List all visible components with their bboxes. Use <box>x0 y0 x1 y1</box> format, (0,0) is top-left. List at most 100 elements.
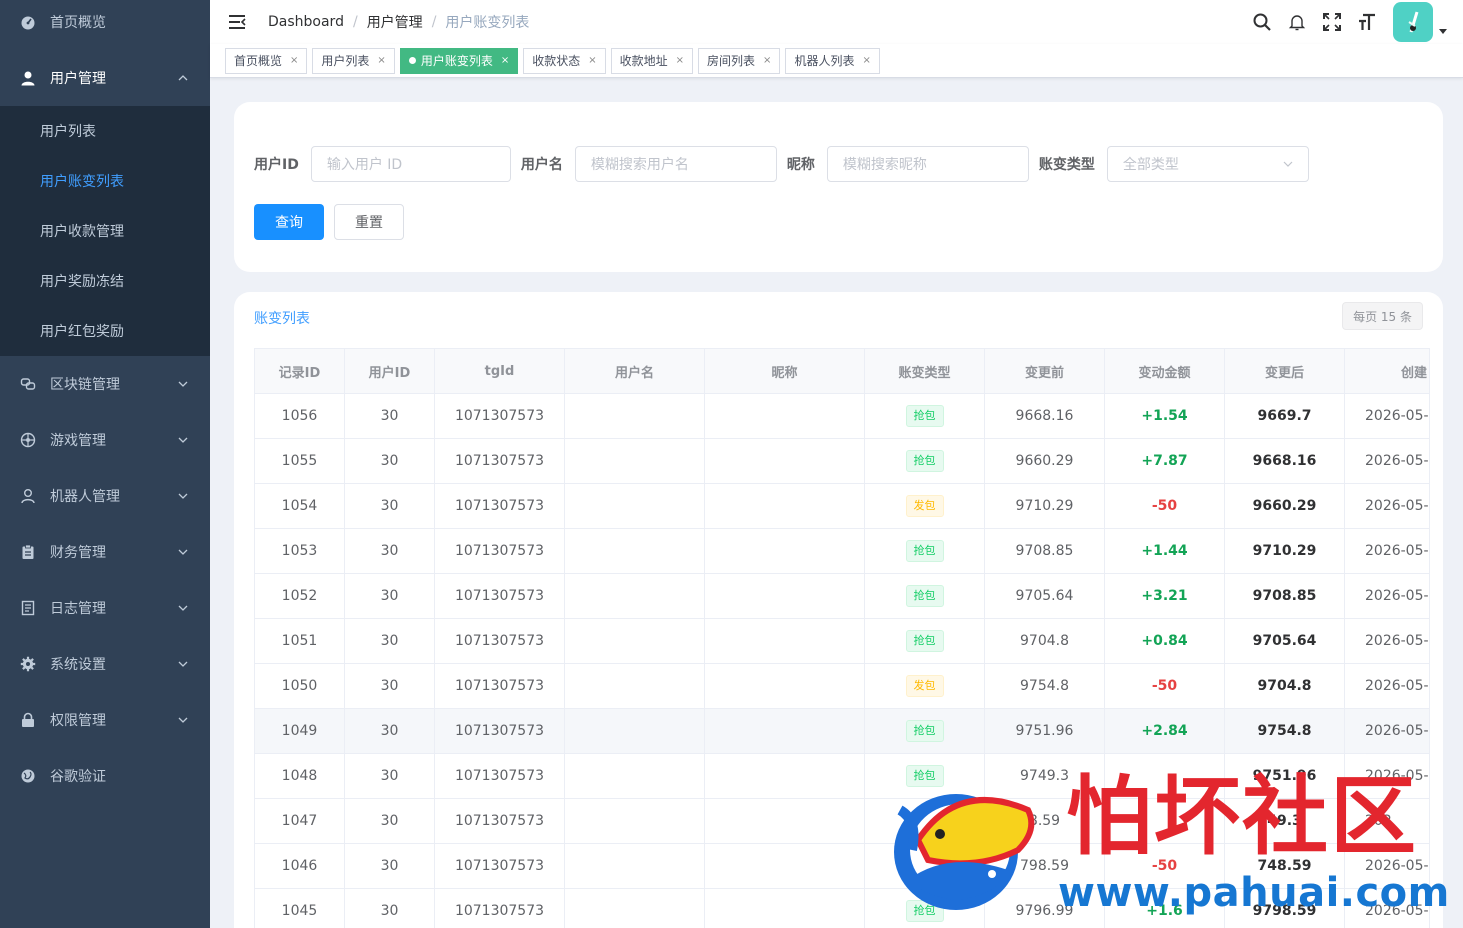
close-icon[interactable]: × <box>676 55 684 66</box>
hamburger-icon[interactable] <box>226 11 248 33</box>
tag-room-list[interactable]: 房间列表 × <box>698 47 781 74</box>
close-icon[interactable]: × <box>377 55 385 66</box>
avatar[interactable] <box>1393 2 1433 42</box>
robot-user-icon <box>20 488 36 504</box>
nickname-input[interactable]: 模糊搜索昵称 <box>826 146 1029 182</box>
cell-tg-id: 1071307573 <box>434 663 565 709</box>
sidebar-item-user-list[interactable]: 用户列表 <box>0 106 210 156</box>
table-row[interactable]: 1045 30 1071307573 抢包 9796.99 +1.6 9798.59 2026… <box>254 888 1430 928</box>
cell-username <box>564 663 705 709</box>
col-record-id: 记录ID <box>254 348 345 394</box>
balance-change-table: 记录ID 用户ID tgId 用户名 昵称 账变类型 变更前 变动金额 变更后 … <box>254 348 1430 928</box>
query-button[interactable]: 查询 <box>254 204 324 240</box>
tag-payment-status[interactable]: 收款状态 × <box>523 47 606 74</box>
cell-after: 9660.29 <box>1224 483 1345 529</box>
breadcrumb-user-mgmt[interactable]: 用户管理 <box>367 12 423 32</box>
table-row[interactable]: 1047 30 1071307573 8.59 49.3 202 <box>254 798 1430 844</box>
table-row[interactable]: 1050 30 1071307573 发包 9754.8 -50 9704.8 2026-05… <box>254 663 1430 709</box>
chevron-down-icon <box>178 493 188 499</box>
table-row[interactable]: 1046 30 1071307573 798.59 -50 748.59 2026-05- <box>254 843 1430 889</box>
user-id-label: 用户ID <box>254 157 299 173</box>
bell-icon[interactable] <box>1287 12 1307 32</box>
close-icon[interactable]: × <box>763 55 771 66</box>
cell-nickname <box>704 663 865 709</box>
table-row[interactable]: 1051 30 1071307573 抢包 9704.8 +0.84 9705.64 2026… <box>254 618 1430 664</box>
cell-type: 抢包 <box>864 888 985 928</box>
cell-username <box>564 843 705 889</box>
breadcrumb-dashboard[interactable]: Dashboard <box>268 14 344 30</box>
cell-nickname <box>704 528 865 574</box>
sidebar-item-user-reward-freeze[interactable]: 用户奖励冻结 <box>0 256 210 306</box>
cell-after: 9751.96 <box>1224 753 1345 799</box>
menu-finance[interactable]: 财务管理 <box>0 524 210 580</box>
caret-down-icon[interactable] <box>1439 27 1447 35</box>
menu-robot[interactable]: 机器人管理 <box>0 468 210 524</box>
tag-user-list[interactable]: 用户列表 × <box>312 47 395 74</box>
user-id-input[interactable]: 输入用户 ID <box>310 146 511 182</box>
cell-amount: +1.54 <box>1104 393 1225 439</box>
type-badge: 发包 <box>905 675 944 697</box>
sidebar-item-user-redpacket-reward[interactable]: 用户红包奖励 <box>0 306 210 356</box>
cell-before: 9751.96 <box>984 708 1105 754</box>
cell-tg-id: 1071307573 <box>434 798 565 844</box>
menu-blockchain[interactable]: 区块链管理 <box>0 356 210 412</box>
cell-user-id: 30 <box>344 393 435 439</box>
tag-user-balance-changes[interactable]: 用户账变列表 × <box>399 47 519 74</box>
tag-home[interactable]: 首页概览 × <box>225 47 308 74</box>
sidebar-item-user-payment[interactable]: 用户收款管理 <box>0 206 210 256</box>
username-input[interactable]: 模糊搜索用户名 <box>574 146 777 182</box>
font-size-icon[interactable] <box>1357 12 1377 32</box>
type-select[interactable]: 全部类型 <box>1106 146 1309 182</box>
cell-before: 9710.29 <box>984 483 1105 529</box>
menu-home[interactable]: 首页概览 <box>0 0 210 44</box>
menu-user-mgmt[interactable]: 用户管理 <box>0 50 210 106</box>
col-type: 账变类型 <box>864 348 985 394</box>
menu-game[interactable]: 游戏管理 <box>0 412 210 468</box>
table-row[interactable]: 1056 30 1071307573 抢包 9668.16 +1.54 9669.7 2026… <box>254 393 1430 439</box>
cell-username <box>564 438 705 484</box>
table-row[interactable]: 1053 30 1071307573 抢包 9708.85 +1.44 9710.29 202… <box>254 528 1430 574</box>
table-row[interactable]: 1048 30 1071307573 抢包 9749.3 9751.96 2026-05- <box>254 753 1430 799</box>
cell-amount: -50 <box>1104 663 1225 709</box>
close-icon[interactable]: × <box>501 55 509 66</box>
col-username: 用户名 <box>564 348 705 394</box>
table-row[interactable]: 1052 30 1071307573 抢包 9705.64 +3.21 9708.85 202… <box>254 573 1430 619</box>
header-actions <box>1237 0 1447 44</box>
cell-record-id: 1055 <box>254 438 345 484</box>
cell-amount: +0.84 <box>1104 618 1225 664</box>
cell-created: 2026-05- <box>1344 438 1430 484</box>
cell-record-id: 1045 <box>254 888 345 928</box>
table-row[interactable]: 1055 30 1071307573 抢包 9660.29 +7.87 9668.16 202… <box>254 438 1430 484</box>
tag-robot-list[interactable]: 机器人列表 × <box>785 47 880 74</box>
menu-settings[interactable]: 系统设置 <box>0 636 210 692</box>
cell-user-id: 30 <box>344 573 435 619</box>
cell-type: 发包 <box>864 483 985 529</box>
table-title: 账变列表 <box>254 311 310 327</box>
close-icon[interactable]: × <box>290 55 298 66</box>
type-badge: 抢包 <box>905 405 944 427</box>
page-size-badge[interactable]: 每页 15 条 <box>1342 302 1423 330</box>
sidebar-item-user-balance-changes[interactable]: 用户账变列表 <box>0 156 210 206</box>
chevron-down-icon <box>178 549 188 555</box>
cell-created: 2026-05- <box>1344 483 1430 529</box>
cell-before: 9796.99 <box>984 888 1105 928</box>
menu-permissions[interactable]: 权限管理 <box>0 692 210 748</box>
table-row[interactable]: 1049 30 1071307573 抢包 9751.96 +2.84 9754.8 2026… <box>254 708 1430 754</box>
fullscreen-icon[interactable] <box>1322 12 1342 32</box>
search-icon[interactable] <box>1252 12 1272 32</box>
reset-button[interactable]: 重置 <box>334 204 404 240</box>
search-actions: 查询 重置 <box>254 204 404 240</box>
chevron-down-icon <box>178 437 188 443</box>
user-icon <box>20 70 36 86</box>
cell-type: 抢包 <box>864 618 985 664</box>
table-row[interactable]: 1054 30 1071307573 发包 9710.29 -50 9660.29 2026-… <box>254 483 1430 529</box>
type-badge: 抢包 <box>905 450 944 472</box>
tag-payment-address[interactable]: 收款地址 × <box>610 47 694 74</box>
menu-google-auth[interactable]: 谷歌验证 <box>0 748 210 804</box>
cell-nickname <box>704 393 865 439</box>
col-tg-id: tgId <box>434 348 565 394</box>
menu-logs[interactable]: 日志管理 <box>0 580 210 636</box>
close-icon[interactable]: × <box>862 55 870 66</box>
close-icon[interactable]: × <box>588 55 596 66</box>
type-badge: 发包 <box>905 495 944 517</box>
